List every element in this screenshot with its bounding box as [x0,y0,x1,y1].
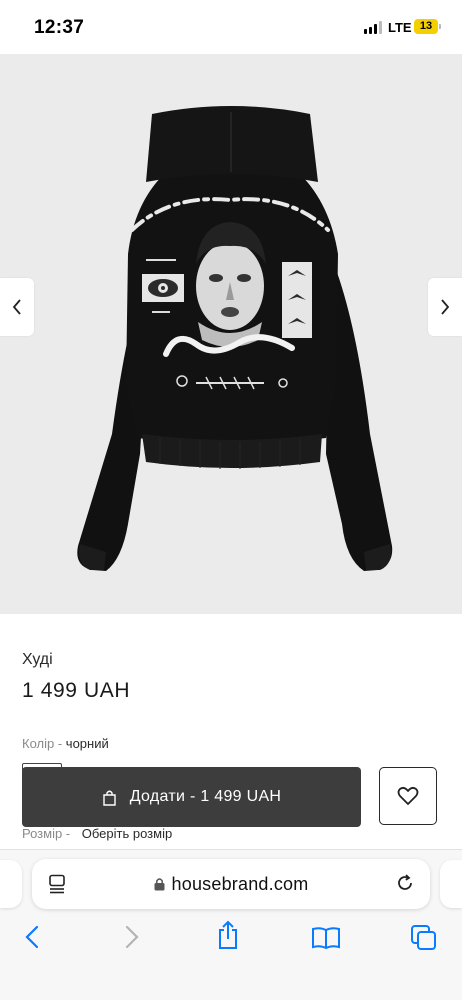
product-image-gallery[interactable] [0,54,462,614]
reload-icon[interactable] [395,873,415,893]
address-bar[interactable]: housebrand.com [32,859,430,909]
gallery-prev-button[interactable] [0,278,34,336]
browser-toolbar: housebrand.com [0,849,462,1000]
product-title: Худі [22,651,53,668]
favorite-button[interactable] [379,767,437,825]
color-value: чорний [65,736,109,751]
add-to-cart-label: Додати - 1 499 UAH [129,788,282,805]
chevron-left-icon [12,299,21,315]
status-bar: 12:37 LTE 13 [0,0,462,54]
size-label: Розмір - [22,826,71,841]
color-row: Колір - чорний [22,736,109,751]
lock-icon [154,878,165,891]
size-row[interactable]: Розмір - Оберіть розмір [22,826,172,841]
signal-icon [364,21,384,34]
tabs-icon[interactable] [410,924,438,952]
battery-tip [439,24,441,29]
network-label: LTE [388,20,412,35]
url-container[interactable]: housebrand.com [32,859,430,909]
previous-tab-peek[interactable] [0,860,22,908]
status-time: 12:37 [34,17,85,38]
bookmarks-icon[interactable] [311,926,341,950]
share-icon[interactable] [216,920,240,950]
gallery-next-button[interactable] [428,278,462,336]
product-price: 1 499 UAH [22,679,131,702]
color-label: Колір - [22,736,63,751]
battery-icon: 13 [414,19,438,34]
size-value[interactable]: Оберіть розмір [82,826,172,841]
product-image [77,106,393,571]
heart-icon [397,786,419,805]
forward-icon[interactable] [122,924,142,950]
bag-icon [102,790,116,806]
url-text: housebrand.com [171,873,309,894]
chevron-right-icon [441,299,450,315]
add-to-cart-button[interactable]: Додати - 1 499 UAH [22,767,361,827]
back-icon[interactable] [22,924,42,950]
next-tab-peek[interactable] [440,860,462,908]
